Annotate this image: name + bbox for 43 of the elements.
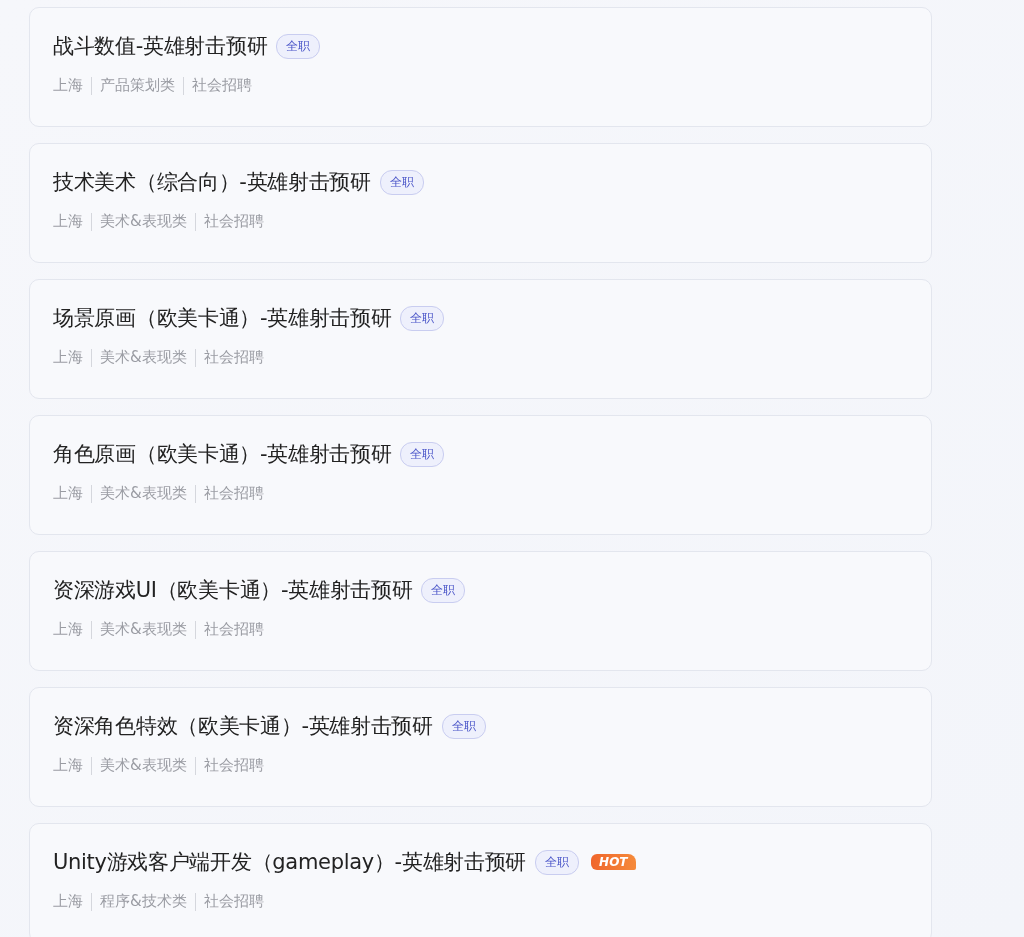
job-type-tag: 全职 bbox=[400, 305, 445, 331]
job-meta: 美术&表现类 bbox=[100, 756, 187, 775]
job-meta: 社会招聘 bbox=[203, 756, 264, 775]
job-meta: 产品策划类 bbox=[100, 76, 175, 95]
job-meta: 美术&表现类 bbox=[100, 484, 187, 503]
job-type-tag: 全职 bbox=[535, 849, 580, 875]
job-card[interactable]: 资深游戏UI（欧美卡通）-英雄射击预研 全职 上海 美术&表现类 社会招聘 bbox=[29, 551, 932, 671]
job-meta: 社会招聘 bbox=[203, 348, 264, 367]
job-meta: 社会招聘 bbox=[203, 892, 264, 911]
job-meta: 社会招聘 bbox=[203, 212, 264, 231]
job-title: 资深角色特效（欧美卡通）-英雄射击预研 bbox=[53, 713, 433, 740]
job-type-tag: 全职 bbox=[441, 713, 486, 739]
job-meta: 上海 bbox=[53, 756, 83, 775]
job-meta: 社会招聘 bbox=[203, 620, 264, 639]
job-card[interactable]: Unity游戏客户端开发（gameplay）-英雄射击预研 全职 HOT 上海 程序&技术类 社会招聘 bbox=[29, 823, 932, 937]
job-title: 战斗数值-英雄射击预研 bbox=[53, 33, 268, 60]
job-type-tag: 全职 bbox=[400, 441, 445, 467]
job-title: 技术美术（综合向）-英雄射击预研 bbox=[53, 169, 371, 196]
job-card[interactable]: 角色原画（欧美卡通）-英雄射击预研 全职 上海 美术&表现类 社会招聘 bbox=[29, 415, 932, 535]
hot-badge: HOT bbox=[591, 854, 636, 870]
job-card[interactable]: 技术美术（综合向）-英雄射击预研 全职 上海 美术&表现类 社会招聘 bbox=[29, 143, 932, 263]
job-meta: 上海 bbox=[53, 348, 83, 367]
job-type-tag: 全职 bbox=[421, 577, 466, 603]
job-meta: 程序&技术类 bbox=[100, 892, 187, 911]
job-card[interactable]: 战斗数值-英雄射击预研 全职 上海 产品策划类 社会招聘 bbox=[29, 7, 932, 127]
job-meta: 美术&表现类 bbox=[100, 212, 187, 231]
job-title: Unity游戏客户端开发（gameplay）-英雄射击预研 bbox=[53, 849, 527, 876]
job-meta: 上海 bbox=[53, 484, 83, 503]
job-title: 角色原画（欧美卡通）-英雄射击预研 bbox=[53, 441, 392, 468]
job-meta: 社会招聘 bbox=[192, 76, 252, 95]
job-card[interactable]: 资深角色特效（欧美卡通）-英雄射击预研 全职 上海 美术&表现类 社会招聘 bbox=[29, 687, 932, 807]
job-meta: 美术&表现类 bbox=[100, 348, 187, 367]
job-meta: 上海 bbox=[53, 892, 83, 911]
job-meta: 上海 bbox=[53, 212, 83, 231]
job-type-tag: 全职 bbox=[379, 169, 424, 195]
job-card[interactable]: 场景原画（欧美卡通）-英雄射击预研 全职 上海 美术&表现类 社会招聘 bbox=[29, 279, 932, 399]
job-meta: 美术&表现类 bbox=[100, 620, 187, 639]
job-meta: 社会招聘 bbox=[203, 484, 264, 503]
job-meta: 上海 bbox=[53, 620, 83, 639]
job-meta: 上海 bbox=[53, 76, 83, 95]
job-title: 场景原画（欧美卡通）-英雄射击预研 bbox=[53, 305, 392, 332]
job-type-tag: 全职 bbox=[276, 33, 321, 59]
job-title: 资深游戏UI（欧美卡通）-英雄射击预研 bbox=[53, 577, 413, 604]
